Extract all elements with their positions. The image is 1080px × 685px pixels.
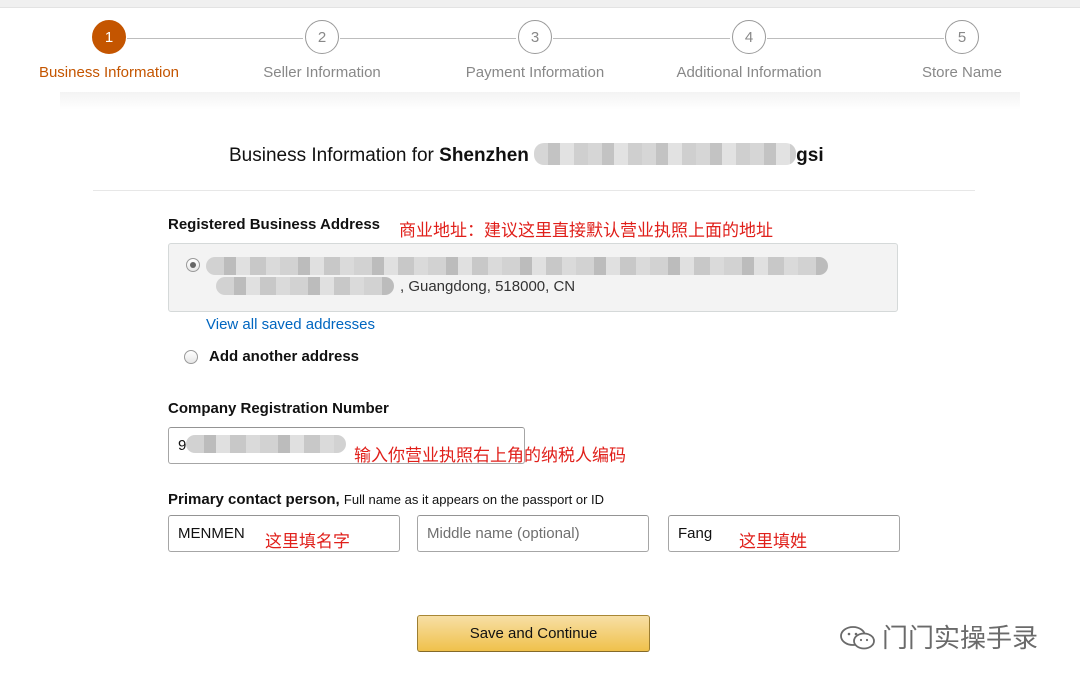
step-number: 3 (518, 20, 552, 54)
first-name-annotation: 这里填名字 (265, 532, 350, 552)
step-label: Seller Information (263, 64, 381, 81)
step-label: Business Information (38, 64, 180, 81)
redacted-company-name (534, 143, 797, 165)
add-another-address-label[interactable]: Add another address (209, 348, 359, 365)
watermark-text: 门门实操手录 (882, 624, 1039, 654)
save-and-continue-button[interactable]: Save and Continue (417, 615, 650, 652)
middle-name-input[interactable]: Middle name (optional) (417, 515, 649, 552)
page-title-prefix: Business Information for (229, 145, 434, 166)
primary-contact-label: Primary contact person, Full name as it … (168, 491, 604, 508)
redacted-registration-number (186, 435, 346, 453)
redacted-address-line (216, 277, 394, 295)
step-seller-information[interactable]: 2 Seller Information (222, 20, 422, 81)
stepper-shadow (60, 92, 1020, 110)
primary-contact-hint: Full name as it appears on the passport … (343, 492, 605, 507)
step-number: 1 (92, 20, 126, 54)
redacted-address-line (206, 257, 828, 275)
page-title: Business Information for Shenzhen gsi (229, 143, 824, 167)
registration-number-label: Company Registration Number (168, 400, 389, 417)
last-name-annotation: 这里填姓 (739, 532, 807, 552)
step-label: Store Name (921, 64, 1003, 81)
address-label: Registered Business Address (168, 216, 381, 233)
step-number: 5 (945, 20, 979, 54)
step-business-information[interactable]: 1 Business Information (9, 20, 209, 81)
add-address-radio[interactable] (184, 350, 198, 364)
divider (93, 190, 975, 191)
watermark: 门门实操手录 (838, 618, 1038, 659)
top-border (0, 0, 1080, 8)
step-label: Additional Information (676, 64, 822, 81)
step-additional-information[interactable]: 4 Additional Information (649, 20, 849, 81)
wechat-icon (838, 624, 878, 659)
last-name-value: Fang (678, 525, 713, 542)
progress-stepper: 1 Business Information 2 Seller Informat… (0, 20, 1080, 90)
step-number: 2 (305, 20, 339, 54)
registration-number-value: 9 (178, 437, 187, 454)
address-annotation: 商业地址：建议这里直接默认营业执照上面的地址 (399, 221, 773, 241)
step-store-name[interactable]: 5 Store Name (862, 20, 1062, 81)
step-payment-information[interactable]: 3 Payment Information (435, 20, 635, 81)
registration-annotation: 输入你营业执照右上角的纳税人编码 (354, 446, 626, 466)
first-name-value: MENMEN (178, 525, 245, 542)
address-visible-text: , Guangdong, 518000, CN (400, 278, 576, 295)
step-number: 4 (732, 20, 766, 54)
step-label: Payment Information (465, 64, 605, 81)
company-name-end: gsi (796, 145, 824, 166)
middle-name-placeholder: Middle name (optional) (427, 525, 580, 542)
view-all-addresses-link[interactable]: View all saved addresses (206, 316, 375, 333)
primary-contact-title: Primary contact person, (168, 491, 340, 508)
company-name-start: Shenzhen (439, 145, 529, 166)
saved-address-radio[interactable] (186, 258, 200, 272)
